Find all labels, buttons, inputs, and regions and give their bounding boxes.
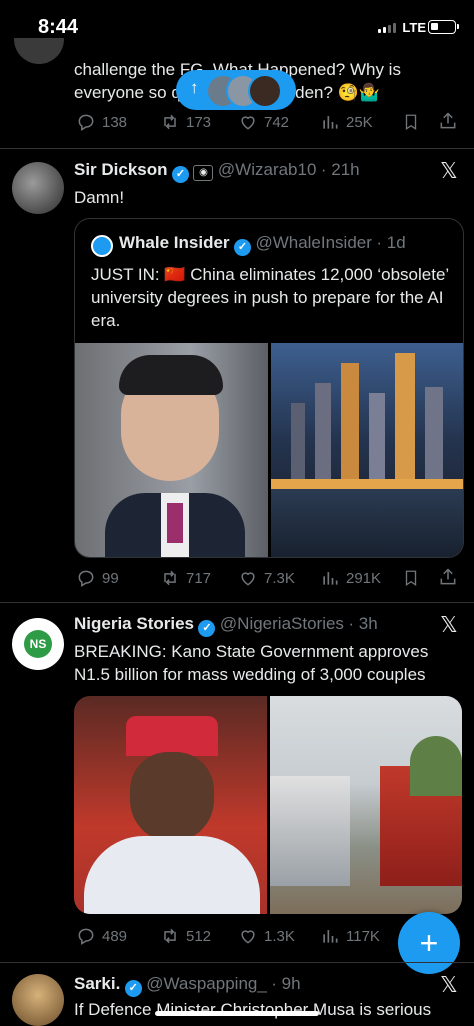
divider xyxy=(0,148,474,149)
views-button[interactable]: 291K xyxy=(320,568,381,588)
verified-badge-icon: ✓ xyxy=(172,166,189,183)
x-logo-icon[interactable]: 𝕏 xyxy=(440,972,458,998)
reply-count: 99 xyxy=(102,569,119,587)
reply-button[interactable]: 99 xyxy=(76,568,119,588)
tweet-media[interactable] xyxy=(74,696,462,914)
repost-count: 717 xyxy=(186,569,212,587)
views-button[interactable]: 117K xyxy=(320,926,380,946)
reply-icon xyxy=(78,570,94,587)
verified-badge-icon: ✓ xyxy=(233,239,251,256)
tweet-text: Damn! xyxy=(74,188,125,207)
timestamp: · 3h xyxy=(348,614,378,633)
divider xyxy=(0,602,474,603)
views-count: 117K xyxy=(346,927,380,945)
repost-count: 512 xyxy=(186,927,212,945)
media-image-crowd[interactable] xyxy=(270,696,462,914)
avatar[interactable] xyxy=(14,38,64,64)
bookmark-icon[interactable] xyxy=(402,568,420,588)
quote-handle: @WhaleInsider xyxy=(255,233,372,252)
verified-badge-icon: ✓ xyxy=(124,980,142,997)
avatar[interactable] xyxy=(12,162,64,214)
like-count: 7.3K xyxy=(264,569,295,587)
tweet-header: Sir Dickson ✓ ◉ @Wizarab10 · 21h xyxy=(74,160,434,183)
quote-image-city[interactable] xyxy=(271,343,463,557)
repost-button[interactable]: 717 xyxy=(160,568,211,588)
reply-icon xyxy=(78,928,94,945)
share-icon[interactable] xyxy=(438,567,458,587)
like-count: 1.3K xyxy=(264,927,295,945)
reply-button[interactable]: 489 xyxy=(76,926,127,946)
tweet-header: Nigeria Stories ✓ @NigeriaStories · 3h xyxy=(74,614,434,637)
x-logo-icon[interactable]: 𝕏 xyxy=(440,158,458,184)
handle[interactable]: @Wizarab10 xyxy=(218,160,317,179)
tweet-actions: 138 173 742 25K xyxy=(76,110,456,134)
repost-icon xyxy=(164,114,176,130)
like-button[interactable]: 742 xyxy=(238,112,289,132)
share-icon[interactable] xyxy=(438,111,458,131)
quote-display-name: Whale Insider xyxy=(119,233,230,252)
avatar[interactable]: NS xyxy=(12,618,64,670)
views-icon xyxy=(323,116,338,129)
heart-icon xyxy=(241,930,255,944)
tweet-actions: 99 717 7.3K 291K xyxy=(76,566,456,590)
heart-icon xyxy=(241,116,255,130)
reply-button[interactable]: 138 xyxy=(76,112,127,132)
repost-count: 173 xyxy=(186,113,212,131)
status-time: 8:44 xyxy=(38,16,79,38)
views-count: 25K xyxy=(346,113,373,131)
quote-image-portrait[interactable] xyxy=(75,343,268,557)
tweet-text: BREAKING: Kano State Government approves… xyxy=(74,642,429,684)
bookmark-icon[interactable] xyxy=(402,112,420,132)
display-name[interactable]: Sarki. xyxy=(74,974,120,993)
status-network: LTE xyxy=(378,20,426,35)
avatar xyxy=(248,74,282,108)
like-button[interactable]: 7.3K xyxy=(238,568,295,588)
tweet-actions: 489 512 1.3K 117K xyxy=(76,924,396,948)
compose-button[interactable]: + xyxy=(398,912,460,974)
divider xyxy=(0,962,474,963)
verified-badge-icon: ✓ xyxy=(198,620,216,637)
quote-timestamp: · 1d xyxy=(376,233,406,252)
heart-icon xyxy=(241,572,255,586)
handle[interactable]: @NigeriaStories xyxy=(220,614,344,633)
display-name[interactable]: Nigeria Stories xyxy=(74,614,194,633)
timestamp: · 9h xyxy=(271,974,301,993)
tweet-text: If Defence Minister Christopher Musa is … xyxy=(74,1000,432,1019)
repost-icon xyxy=(164,570,176,586)
media-image-portrait[interactable] xyxy=(74,696,267,914)
timestamp: · 21h xyxy=(320,160,360,179)
avatar[interactable] xyxy=(12,974,64,1026)
reply-count: 138 xyxy=(102,113,128,131)
views-count: 291K xyxy=(346,569,382,587)
tweet-header: Sarki. ✓ @Waspapping_ · 9h xyxy=(74,974,434,997)
network-label: LTE xyxy=(402,20,426,35)
arrow-up-icon: ↑ xyxy=(190,78,199,97)
views-button[interactable]: 25K xyxy=(320,112,373,132)
display-name[interactable]: Sir Dickson xyxy=(74,160,168,179)
quoted-tweet[interactable]: Whale Insider ✓ @WhaleInsider · 1d JUST … xyxy=(74,218,464,558)
avatar xyxy=(91,235,113,257)
eye-icon: ◉ xyxy=(193,165,214,181)
like-button[interactable]: 1.3K xyxy=(238,926,295,946)
battery-icon xyxy=(428,20,459,34)
views-icon xyxy=(323,572,338,585)
quote-text: JUST IN: 🇨🇳 China eliminates 12,000 ‘obs… xyxy=(91,265,449,330)
quote-header: Whale Insider ✓ @WhaleInsider · 1d xyxy=(119,233,406,256)
like-count: 742 xyxy=(264,113,290,131)
new-posts-pill[interactable]: ↑ xyxy=(176,70,296,110)
repost-icon xyxy=(164,928,176,944)
handle[interactable]: @Waspapping_ xyxy=(146,974,267,993)
x-logo-icon[interactable]: 𝕏 xyxy=(440,612,458,638)
reply-count: 489 xyxy=(102,927,128,945)
avatar-logo: NS xyxy=(24,630,52,658)
views-icon xyxy=(323,930,338,943)
reply-icon xyxy=(78,114,94,131)
home-indicator[interactable] xyxy=(155,1011,319,1016)
signal-icon xyxy=(378,22,397,33)
repost-button[interactable]: 512 xyxy=(160,926,211,946)
repost-button[interactable]: 173 xyxy=(160,112,211,132)
